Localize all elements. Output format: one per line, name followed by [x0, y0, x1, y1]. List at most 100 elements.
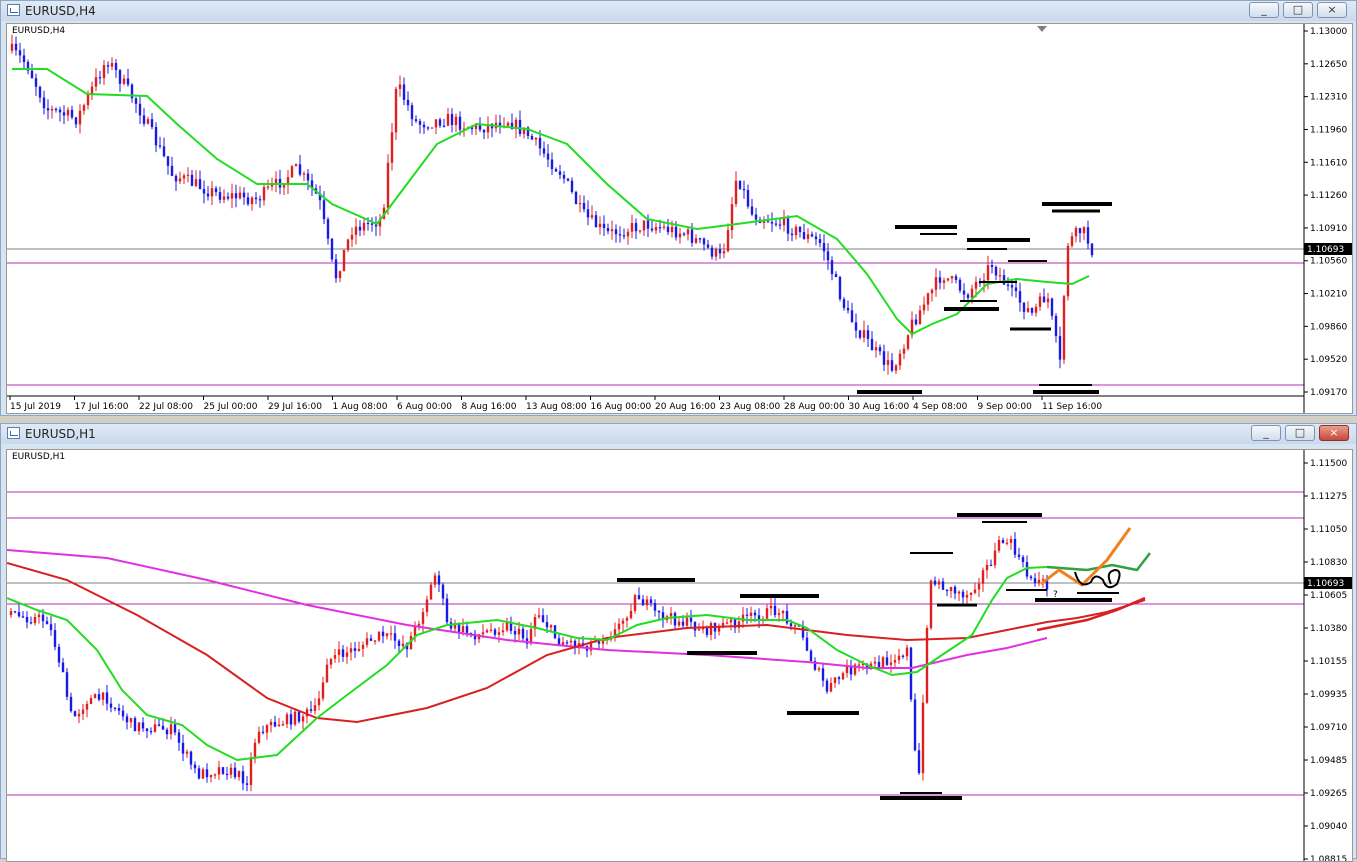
candle: [753, 612, 757, 616]
candle: [934, 277, 938, 290]
candle: [521, 628, 525, 639]
candle: [169, 724, 173, 735]
candle: [706, 244, 710, 248]
maximize-button[interactable]: □: [1283, 2, 1313, 18]
candle: [626, 231, 630, 237]
candle: [545, 622, 549, 628]
candle: [234, 193, 238, 199]
chart-window-icon: [7, 4, 20, 16]
candle: [302, 173, 306, 175]
candle: [69, 696, 73, 712]
candle: [734, 180, 738, 205]
candle: [985, 564, 989, 571]
candle: [133, 718, 137, 732]
close-button[interactable]: ×: [1319, 425, 1349, 441]
candle: [837, 677, 841, 680]
candle: [561, 642, 565, 645]
candle: [749, 612, 753, 616]
candle: [542, 148, 546, 154]
candle: [854, 322, 858, 331]
candle: [134, 98, 138, 104]
time-tick-label: 11 Sep 16:00: [1042, 402, 1102, 412]
candle: [77, 713, 81, 717]
candle: [33, 617, 37, 624]
candle: [565, 642, 569, 644]
candle: [822, 243, 826, 252]
candle: [1005, 542, 1009, 544]
maximize-button[interactable]: □: [1285, 425, 1315, 441]
candle: [361, 644, 365, 649]
price-tick-label: 1.11275: [1310, 492, 1347, 502]
candle: [674, 226, 678, 238]
candle: [285, 714, 289, 725]
candle: [678, 233, 682, 238]
candle: [433, 575, 437, 585]
candle: [345, 652, 349, 657]
candle: [642, 220, 646, 231]
chart-canvas-h4[interactable]: 1.13000 1.12650 1.12310 1.11960 1.11610 1.112…: [7, 24, 1353, 414]
candle: [950, 276, 954, 279]
candle: [942, 280, 946, 283]
candle: [1082, 227, 1086, 234]
candle: [430, 127, 434, 129]
candle: [442, 125, 446, 127]
candle: [929, 580, 933, 629]
price-chart-h4[interactable]: 1.13000 1.12650 1.12310 1.11960 1.11610 1.112…: [6, 23, 1353, 414]
candle: [782, 218, 786, 226]
price-tick-label: 1.09710: [1310, 723, 1347, 733]
candle: [858, 330, 862, 338]
candle: [649, 599, 653, 604]
candle: [846, 307, 850, 311]
candle: [481, 632, 485, 635]
candle: [373, 640, 377, 642]
chart-symbol-label: EURUSD,H4: [12, 26, 66, 36]
candle: [1058, 336, 1062, 360]
candle: [990, 265, 994, 267]
candle: [362, 222, 366, 231]
candle: [113, 707, 117, 709]
candle: [1013, 538, 1017, 555]
candle: [601, 640, 605, 644]
candle: [182, 175, 186, 179]
candle: [830, 260, 834, 275]
candle: [301, 716, 305, 722]
chart-canvas-h1[interactable]: ? 1.11500 1.11275 1.11050 1.10830 1.10605 1.10…: [7, 450, 1353, 862]
candle: [85, 704, 89, 710]
candle: [173, 724, 177, 733]
candle: [258, 199, 262, 201]
candle: [366, 222, 370, 225]
candle: [785, 610, 789, 624]
candle: [337, 649, 341, 656]
price-tick-label: 1.11960: [1310, 125, 1347, 135]
candle: [110, 63, 114, 67]
price-chart-h1[interactable]: ? 1.11500 1.11275 1.11050 1.10830 1.10605 1.10…: [6, 449, 1353, 862]
candle: [517, 628, 521, 635]
candle: [986, 265, 990, 281]
candle: [242, 192, 246, 198]
candle: [682, 233, 686, 235]
close-button[interactable]: ×: [1317, 2, 1347, 18]
candle: [645, 599, 649, 606]
candle: [937, 581, 941, 585]
minimize-button[interactable]: _: [1251, 425, 1281, 441]
minimize-button[interactable]: _: [1249, 2, 1279, 18]
candle: [821, 668, 825, 681]
candle: [762, 221, 766, 223]
candle: [933, 580, 937, 585]
window-titlebar-h1[interactable]: EURUSD,H1 _ □ ×: [1, 424, 1356, 444]
candle: [189, 751, 193, 765]
candle: [209, 775, 213, 778]
candle: [226, 196, 230, 199]
candle: [549, 625, 553, 628]
window-titlebar-h4[interactable]: EURUSD,H4 _ □ ×: [1, 1, 1356, 21]
time-tick-label: 13 Aug 08:00: [526, 402, 587, 412]
candle: [569, 640, 573, 643]
chart-shift-marker: [1037, 26, 1047, 32]
candle: [386, 162, 390, 208]
candle: [190, 174, 194, 186]
candle: [22, 55, 26, 62]
time-tick-label: 16 Aug 00:00: [591, 402, 652, 412]
candle: [417, 623, 421, 626]
candle: [290, 166, 294, 178]
candle: [353, 648, 357, 651]
